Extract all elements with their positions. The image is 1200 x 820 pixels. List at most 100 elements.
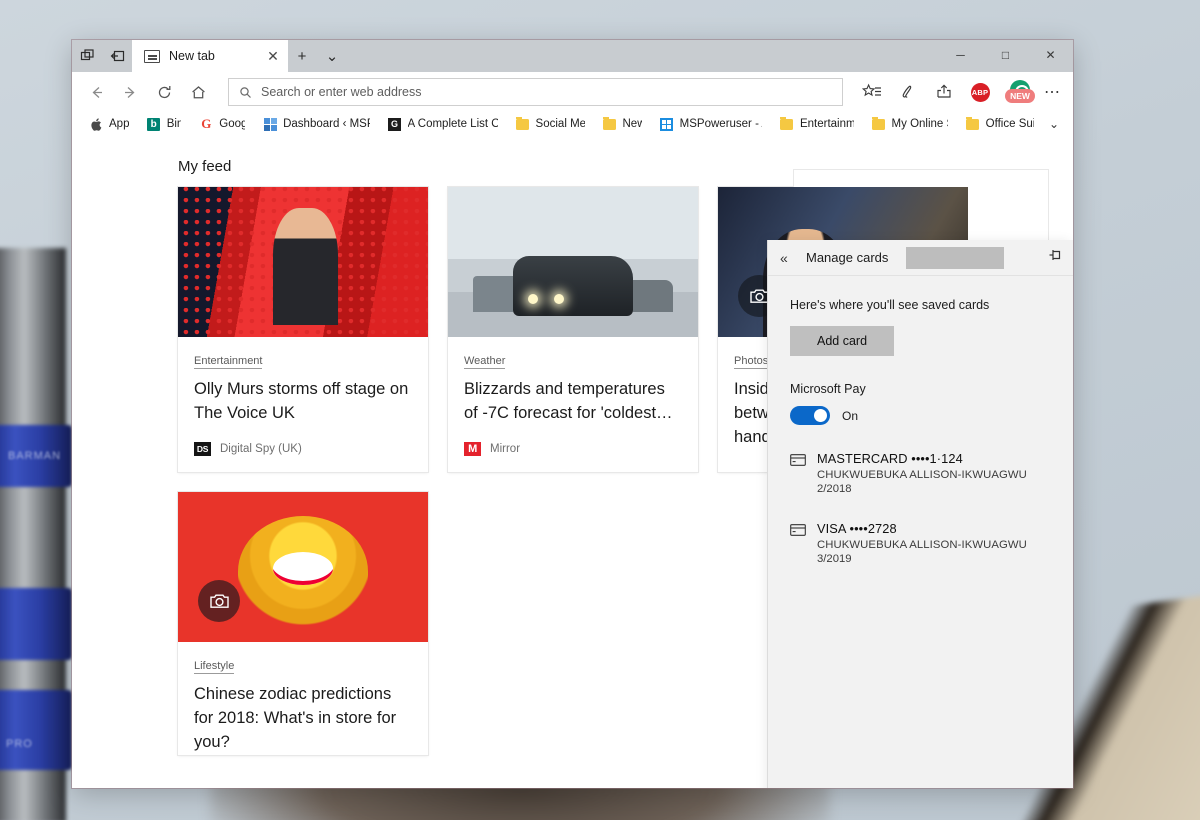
share-icon[interactable]	[933, 81, 955, 103]
new-feature-badge: NEW	[1005, 89, 1035, 103]
tab-close-button[interactable]: ✕	[264, 49, 282, 63]
saved-card-item[interactable]: MASTERCARD ••••1·124 CHUKWUEBUKA ALLISON…	[790, 451, 1051, 495]
panel-note: Here's where you'll see saved cards	[790, 298, 990, 312]
adblock-plus-badge: ABP	[970, 82, 990, 102]
card-category[interactable]: Entertainment	[194, 355, 263, 369]
bookmark-my-online-self[interactable]: My Online Self	[863, 117, 957, 131]
bookmark-label: My Online Self	[891, 118, 948, 130]
bookmark-label: MSPoweruser - All of	[679, 118, 762, 130]
card-expiry: 2/2018	[817, 483, 852, 495]
card-footer: DS Digital Spy (UK)	[178, 426, 428, 472]
card-source: Mirror	[490, 442, 521, 455]
new-tab-page: London Sun	[72, 136, 1073, 788]
web-note-icon[interactable]	[897, 81, 919, 103]
card-thumbnail[interactable]	[448, 187, 698, 337]
manage-cards-panel: « Manage cards Here's where you'll see s…	[768, 240, 1073, 788]
feed-card[interactable]: Entertainment Olly Murs storms off stage…	[178, 187, 428, 472]
credit-card-icon	[790, 523, 806, 565]
bookmark-office-suites[interactable]: Office Suites	[957, 117, 1043, 131]
home-button[interactable]	[182, 76, 214, 108]
card-headline[interactable]: Olly Murs storms off stage on The Voice …	[194, 378, 412, 426]
panel-title: Manage cards	[806, 250, 889, 265]
source-logo: DS	[194, 441, 211, 456]
card-category[interactable]: Photos	[734, 355, 769, 369]
folder-icon	[872, 117, 886, 131]
bookmarks-bar: Apple b Bing G Google Dashboard ‹ MSPowe	[72, 112, 1073, 136]
maximize-button[interactable]: □	[983, 40, 1028, 70]
panel-body: Here's where you'll see saved cards Add …	[768, 276, 1073, 565]
bookmark-label: Google	[219, 118, 246, 130]
background-band-text: PRO	[6, 738, 33, 750]
folder-icon	[516, 117, 530, 131]
close-button[interactable]: ✕	[1028, 40, 1073, 70]
forward-button[interactable]	[114, 76, 146, 108]
bookmark-apple[interactable]: Apple	[80, 117, 138, 131]
bookmark-bing[interactable]: b Bing	[138, 117, 191, 131]
address-bar[interactable]: Search or enter web address	[228, 78, 843, 106]
refresh-button[interactable]	[148, 76, 180, 108]
bookmark-social-media[interactable]: Social Media	[507, 117, 594, 131]
card-footer: M Mirror	[448, 426, 698, 472]
bookmark-mspoweruser[interactable]: MSPoweruser - All of	[651, 117, 771, 131]
g-icon: G	[388, 117, 402, 131]
bookmark-label: Bing	[166, 118, 182, 130]
card-category[interactable]: Lifestyle	[194, 660, 235, 674]
card-holder: CHUKWUEBUKA ALLISON-IKWUAGWU	[817, 469, 1027, 481]
card-body: Entertainment Olly Murs storms off stage…	[178, 337, 428, 426]
camera-icon	[198, 579, 240, 622]
title-bar: New tab ✕ + ⌄ ─ □ ✕	[72, 40, 1073, 72]
browser-tab[interactable]: New tab ✕	[132, 40, 288, 72]
feed-card[interactable]: Weather Blizzards and temperatures of -7…	[448, 187, 698, 472]
back-button[interactable]	[80, 76, 112, 108]
adblock-plus-icon[interactable]: ABP	[969, 81, 991, 103]
more-icon[interactable]: ⋯	[1041, 81, 1063, 103]
card-source: Digital Spy (UK)	[220, 442, 302, 455]
card-body: Lifestyle Chinese zodiac predictions for…	[178, 642, 428, 755]
bookmark-label: News	[622, 118, 642, 130]
feed-card[interactable]: Lifestyle Chinese zodiac predictions for…	[178, 491, 428, 755]
card-category[interactable]: Weather	[464, 355, 506, 369]
bookmark-complete-list[interactable]: G A Complete List Of Bæ	[379, 117, 507, 131]
favorites-icon[interactable]	[861, 81, 883, 103]
bookmark-label: Social Media	[535, 118, 585, 130]
toggle-state-label: On	[842, 408, 859, 423]
pin-icon[interactable]	[1047, 247, 1063, 268]
folder-icon	[780, 117, 794, 131]
background-band	[0, 690, 72, 770]
tabstrip-right-buttons: + ⌄	[288, 40, 346, 72]
address-input[interactable]: Search or enter web address	[261, 85, 422, 99]
tabstrip-left-buttons	[72, 40, 132, 72]
bookmark-news[interactable]: News	[594, 117, 651, 131]
card-headline[interactable]: Chinese zodiac predictions for 2018: Wha…	[194, 683, 412, 755]
restore-tabs-icon[interactable]	[78, 46, 98, 66]
source-logo: M	[464, 441, 481, 456]
bookmark-label: Dashboard ‹ MSPowe	[283, 118, 369, 130]
folder-icon	[603, 117, 617, 131]
toggle-knob	[814, 409, 827, 422]
background-band	[0, 588, 72, 660]
chevron-down-icon[interactable]: ⌄	[322, 47, 342, 65]
card-number: VISA ••••2728	[817, 521, 897, 536]
microsoft-pay-toggle-row[interactable]: On	[790, 406, 1051, 425]
card-body: Weather Blizzards and temperatures of -7…	[448, 337, 698, 426]
card-number: MASTERCARD ••••1·124	[817, 451, 963, 466]
card-holder: CHUKWUEBUKA ALLISON-IKWUAGWU	[817, 539, 1027, 551]
bookmark-google[interactable]: G Google	[190, 117, 254, 131]
card-expiry: 3/2019	[817, 553, 852, 565]
new-feature-icon[interactable]: NEW	[1005, 80, 1035, 103]
new-tab-button[interactable]: +	[292, 48, 312, 65]
saved-card-item[interactable]: VISA ••••2728 CHUKWUEBUKA ALLISON-IKWUAG…	[790, 521, 1051, 565]
bookmarks-overflow-button[interactable]: ⌄	[1043, 117, 1065, 131]
set-tabs-aside-icon[interactable]	[108, 46, 128, 66]
card-thumbnail[interactable]	[178, 187, 428, 337]
back-chevron-icon[interactable]: «	[780, 250, 794, 266]
bookmark-entertainment[interactable]: Entertainment	[771, 117, 863, 131]
bookmark-dashboard[interactable]: Dashboard ‹ MSPowe	[254, 117, 378, 131]
background-band-text: BARMAN	[8, 450, 62, 462]
minimize-button[interactable]: ─	[938, 40, 983, 70]
navigation-bar: Search or enter web address ABP NEW ⋯	[72, 72, 1073, 112]
card-thumbnail[interactable]	[178, 491, 428, 642]
add-card-button[interactable]: Add card	[790, 326, 894, 356]
card-headline[interactable]: Blizzards and temperatures of -7C foreca…	[464, 378, 682, 426]
microsoft-pay-toggle[interactable]	[790, 406, 830, 425]
